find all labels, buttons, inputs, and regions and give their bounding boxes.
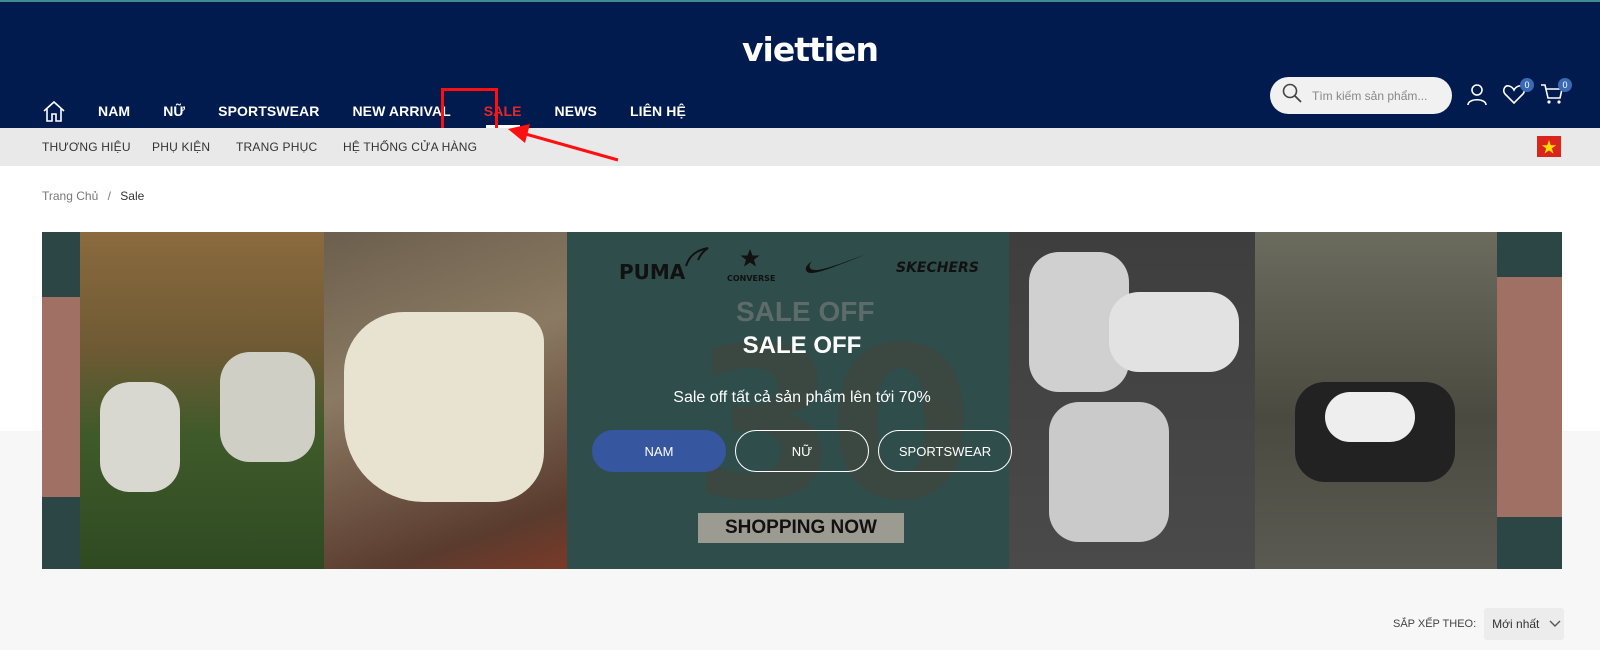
puma-cat-icon [684, 246, 710, 273]
breadcrumb-separator: / [107, 189, 111, 203]
wishlist-count-badge: 0 [1520, 78, 1534, 92]
site-header: viettien NAM NỮ SPORTSWEAR NEW ARRIVAL S… [0, 2, 1600, 128]
sale-banner[interactable]: PUMA CONVERSE SKECHERS 30 % SALE OFF SAL… [42, 232, 1562, 569]
sub-nav: THƯƠNG HIỆU PHỤ KIỆN TRANG PHỤC HỆ THỐNG… [0, 128, 1600, 166]
main-nav: NAM NỮ SPORTSWEAR NEW ARRIVAL SALE NEWS … [42, 96, 719, 128]
skechers-logo: SKECHERS [896, 260, 979, 276]
cart-count-badge: 0 [1558, 78, 1572, 92]
banner-button-nu[interactable]: NỮ [735, 430, 869, 472]
breadcrumb-home[interactable]: Trang Chủ [42, 189, 98, 203]
sort-label: SẮP XẾP THEO: [1393, 618, 1477, 630]
subnav-item-phu-kien[interactable]: PHỤ KIỆN [152, 140, 210, 154]
nav-item-nu[interactable]: NỮ [163, 103, 185, 119]
nike-swoosh-icon [804, 252, 866, 281]
search-input[interactable] [1312, 88, 1452, 103]
banner-button-sportswear[interactable]: SPORTSWEAR [878, 430, 1012, 472]
sort-select[interactable]: Mới nhất [1484, 608, 1565, 640]
brand-logos: PUMA CONVERSE SKECHERS [619, 246, 1039, 286]
banner-button-nam[interactable]: NAM [592, 430, 726, 472]
puma-logo: PUMA [619, 260, 686, 284]
sort-selected-value: Mới nhất [1492, 617, 1540, 631]
subnav-item-trang-phuc[interactable]: TRANG PHỤC [236, 140, 317, 154]
vietnam-flag-icon[interactable] [1537, 136, 1561, 157]
cart-icon[interactable]: 0 [1540, 78, 1572, 108]
nav-item-nam[interactable]: NAM [98, 103, 130, 119]
breadcrumb: Trang Chủ / Sale [42, 189, 144, 203]
shopping-now-label[interactable]: SHOPPING NOW [698, 513, 904, 543]
converse-logo: CONVERSE [727, 274, 776, 283]
site-logo[interactable]: viettien [742, 30, 879, 69]
nav-item-sportswear[interactable]: SPORTSWEAR [218, 103, 319, 119]
banner-title: SALE OFF [742, 332, 862, 359]
converse-star-icon [739, 248, 761, 273]
nav-item-lien-he[interactable]: LIÊN HỆ [630, 103, 686, 119]
subnav-item-he-thong-cua-hang[interactable]: HỆ THỐNG CỬA HÀNG [343, 140, 477, 154]
home-icon[interactable] [42, 98, 68, 124]
wishlist-icon[interactable]: 0 [1502, 78, 1534, 108]
banner-subtitle: Sale off tất cả sản phẩm lên tới 70% [673, 389, 931, 406]
chevron-down-icon [1549, 617, 1561, 631]
breadcrumb-current: Sale [120, 189, 145, 203]
nav-item-news[interactable]: NEWS [555, 103, 597, 119]
nav-item-new-arrival[interactable]: NEW ARRIVAL [352, 103, 450, 119]
search-box [1270, 77, 1452, 114]
banner-title-shadow: SALE OFF [736, 296, 875, 327]
search-icon[interactable] [1282, 83, 1302, 108]
sort-control: SẮP XẾP THEO: Mới nhất [1393, 608, 1565, 640]
user-icon[interactable] [1465, 82, 1491, 108]
subnav-item-thuong-hieu[interactable]: THƯƠNG HIỆU [42, 140, 131, 154]
